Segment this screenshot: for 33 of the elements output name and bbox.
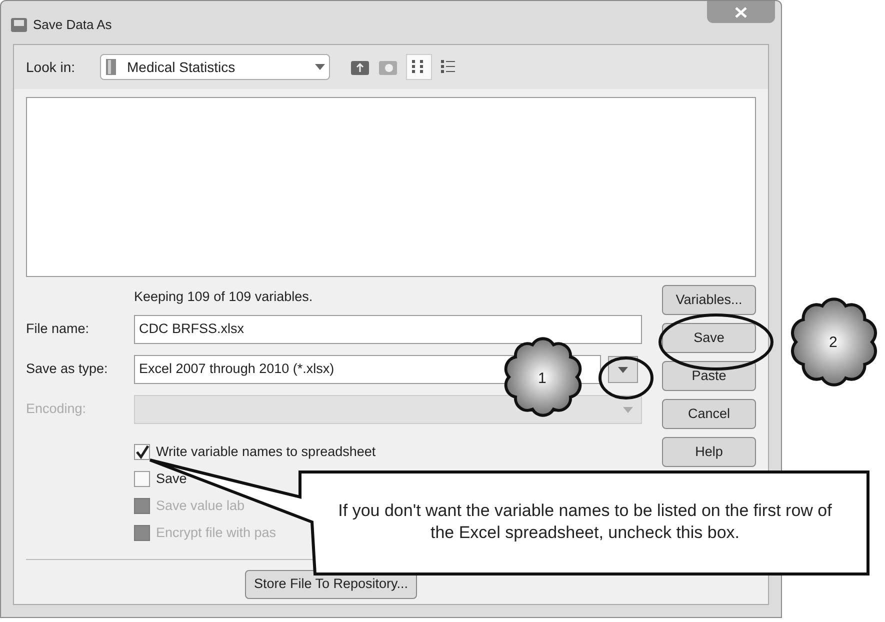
- save-icon: [9, 16, 29, 34]
- highlight-ring: [598, 356, 654, 400]
- callout-text: If you don't want the variable names to be listed on the first row of the Excel spreadsheet, uncheck this box.: [337, 500, 833, 544]
- dialog-button[interactable]: Help: [662, 437, 756, 467]
- window-title: Save Data As: [33, 16, 112, 34]
- look-in-label: Look in:: [26, 58, 76, 76]
- dialog-button[interactable]: Variables...: [662, 285, 756, 315]
- field-label: Encoding:: [26, 400, 88, 418]
- caret-icon: [618, 366, 628, 372]
- checkmark-icon: [135, 445, 149, 459]
- dialog-button[interactable]: Cancel: [662, 399, 756, 429]
- checkbox-label: Save value lab: [156, 496, 245, 515]
- folder-icon: [105, 58, 119, 76]
- dialog-button[interactable]: Save: [662, 323, 756, 353]
- status-text: Keeping 109 of 109 variables.: [134, 288, 314, 306]
- list-view-button[interactable]: [406, 54, 432, 80]
- up-folder-icon[interactable]: [350, 58, 370, 76]
- dialog-button[interactable]: Paste: [662, 361, 756, 391]
- checkbox[interactable]: [134, 471, 150, 487]
- details-view-icon[interactable]: [440, 59, 456, 75]
- file-name-field[interactable]: CDC BRFSS.xlsx: [134, 315, 642, 344]
- field-label: Save as type:: [26, 360, 109, 378]
- checkbox[interactable]: [134, 444, 150, 460]
- field-label: File name:: [26, 320, 90, 338]
- checkbox-label: Encrypt file with pas: [156, 524, 276, 542]
- checkbox-label: Write variable names to spreadsheet: [156, 442, 376, 461]
- caret-icon: [623, 406, 633, 412]
- caret-icon: [315, 64, 325, 70]
- close-icon: [735, 6, 747, 18]
- close-button[interactable]: [707, 1, 775, 23]
- look-in-dropdown[interactable]: Medical Statistics: [100, 54, 330, 80]
- step-number: 2: [829, 333, 838, 353]
- checkbox-label: Save: [156, 470, 187, 488]
